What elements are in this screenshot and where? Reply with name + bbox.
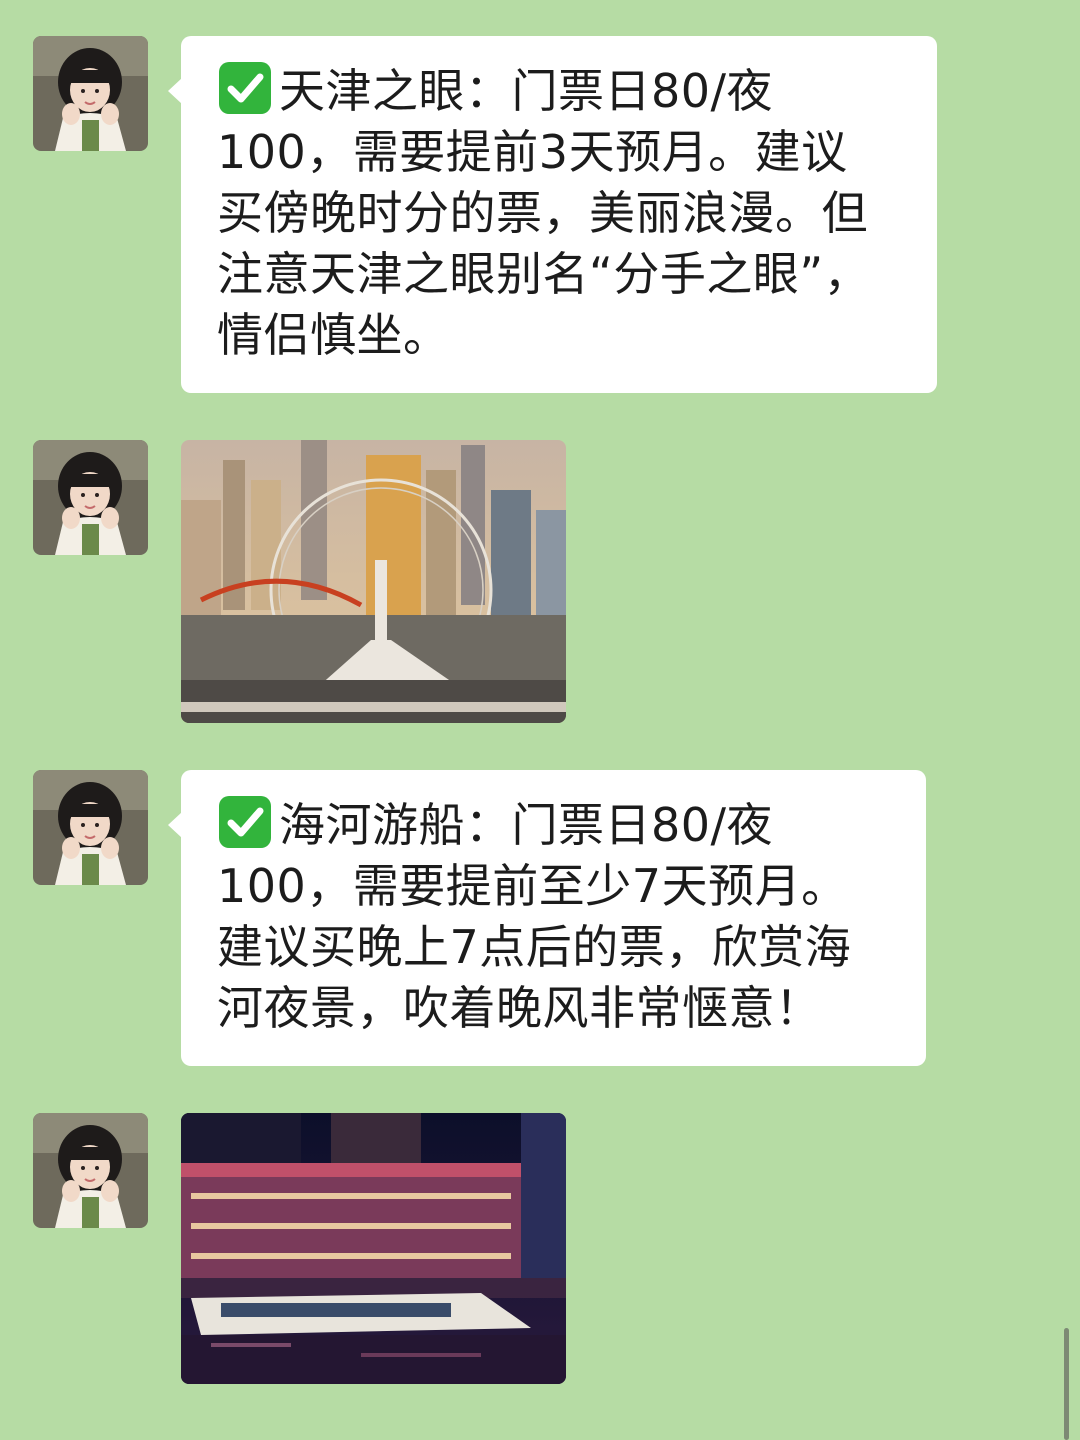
- sender-avatar[interactable]: [33, 36, 148, 151]
- sender-avatar[interactable]: [33, 1113, 148, 1228]
- sender-avatar[interactable]: [33, 440, 148, 555]
- message-line: 注意天津之眼别名“分手之眼”，: [217, 247, 871, 301]
- message-line: 100，需要提前3天预月。建议: [217, 125, 848, 179]
- message-line: 河夜景，吹着晚风非常惬意！: [217, 981, 822, 1035]
- message-line: 100，需要提前至少7天预月。: [217, 859, 848, 913]
- check-mark-icon: [217, 794, 273, 850]
- message-bubble-3[interactable]: 海河游船：门票日80/夜 100，需要提前至少7天预月。 建议买晚上7点后的票，…: [168, 770, 926, 1066]
- avatar-image: [33, 770, 148, 885]
- chat-scrollbar[interactable]: [1064, 1328, 1069, 1440]
- avatar-image: [33, 440, 148, 555]
- message-line: 海河游船：门票日80/夜: [217, 794, 904, 856]
- sender-avatar[interactable]: [33, 770, 148, 885]
- message-line: 建议买晚上7点后的票，欣赏海: [217, 920, 852, 974]
- ferris-wheel-image: [181, 440, 566, 723]
- message-bubble-1[interactable]: 天津之眼：门票日80/夜 100，需要提前3天预月。建议 买傍晚时分的票，美丽浪…: [168, 36, 937, 393]
- check-mark-icon: [217, 60, 273, 116]
- tianjin-eye-photo[interactable]: [181, 440, 566, 723]
- message-line: 情侣慎坐。: [217, 308, 450, 362]
- message-line: 买傍晚时分的票，美丽浪漫。但: [217, 186, 868, 240]
- night-boat-image: [181, 1113, 566, 1384]
- haihe-cruise-photo[interactable]: [181, 1113, 566, 1384]
- message-line: 天津之眼：门票日80/夜: [217, 60, 915, 122]
- avatar-image: [33, 36, 148, 151]
- avatar-image: [33, 1113, 148, 1228]
